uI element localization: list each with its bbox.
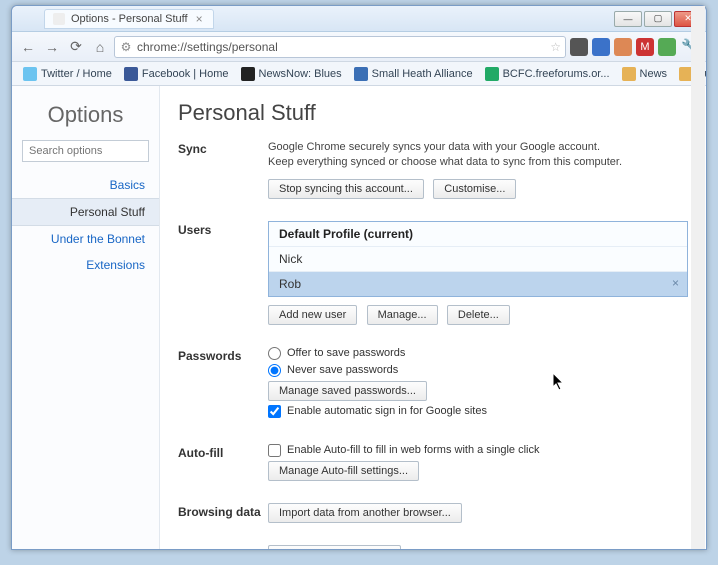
favicon xyxy=(124,67,138,81)
bookmark-item[interactable]: NewsNow: Blues xyxy=(236,65,347,83)
sync-desc2: Keep everything synced or choose what da… xyxy=(268,156,622,168)
extension-icon-2[interactable] xyxy=(614,38,632,56)
bookmark-label: NewsNow: Blues xyxy=(259,68,342,80)
favicon xyxy=(241,67,255,81)
enable-autofill-label: Enable Auto-fill to fill in web forms wi… xyxy=(287,444,540,456)
never-save-passwords-label: Never save passwords xyxy=(287,364,398,376)
bookmark-label: Twitter / Home xyxy=(41,68,112,80)
reset-theme-button[interactable]: Reset to default theme xyxy=(268,545,401,549)
bookmark-label: BCFC.freeforums.or... xyxy=(503,68,610,80)
vertical-scrollbar[interactable] xyxy=(691,86,705,549)
manage-user-button[interactable]: Manage... xyxy=(367,305,438,325)
users-label: Users xyxy=(178,221,268,325)
bookmark-item[interactable]: Facebook | Home xyxy=(119,65,234,83)
remove-user-icon[interactable]: × xyxy=(672,276,679,290)
manage-autofill-button[interactable]: Manage Auto-fill settings... xyxy=(268,461,419,481)
bookmark-item[interactable]: News xyxy=(617,65,673,83)
auto-signin-label: Enable automatic sign in for Google site… xyxy=(287,405,487,417)
user-row[interactable]: Default Profile (current) xyxy=(269,222,687,247)
folder-icon xyxy=(622,67,636,81)
sync-desc1: Google Chrome securely syncs your data w… xyxy=(268,141,600,153)
section-themes: Themes Reset to default theme xyxy=(178,545,688,549)
browser-tab[interactable]: Options - Personal Stuff × xyxy=(44,9,214,29)
section-passwords: Passwords Offer to save passwords Never … xyxy=(178,347,688,422)
extension-icons: M xyxy=(570,38,676,56)
customise-sync-button[interactable]: Customise... xyxy=(433,179,516,199)
import-data-button[interactable]: Import data from another browser... xyxy=(268,503,462,523)
delete-user-button[interactable]: Delete... xyxy=(447,305,510,325)
extension-icon-0[interactable] xyxy=(570,38,588,56)
favicon xyxy=(354,67,368,81)
titlebar: Options - Personal Stuff × — ▢ ✕ xyxy=(12,6,706,32)
sidebar-item-extensions[interactable]: Extensions xyxy=(12,252,159,278)
omnibox[interactable]: ⚙ ☆ xyxy=(114,36,566,58)
tab-title: Options - Personal Stuff xyxy=(71,13,188,25)
sidebar-item-personal-stuff[interactable]: Personal Stuff xyxy=(12,198,159,226)
browser-window: Options - Personal Stuff × — ▢ ✕ ← → ⟳ ⌂… xyxy=(11,5,707,550)
extension-icon-1[interactable] xyxy=(592,38,610,56)
maximize-button[interactable]: ▢ xyxy=(644,11,672,27)
browsing-data-label: Browsing data xyxy=(178,503,268,523)
themes-label: Themes xyxy=(178,545,268,549)
offer-save-passwords-radio[interactable] xyxy=(268,347,281,360)
sidebar-item-basics[interactable]: Basics xyxy=(12,172,159,198)
stop-syncing-button[interactable]: Stop syncing this account... xyxy=(268,179,424,199)
back-button[interactable]: ← xyxy=(18,37,38,57)
bookmark-label: Facebook | Home xyxy=(142,68,229,80)
favicon xyxy=(485,67,499,81)
section-users: Users Default Profile (current)NickRob× … xyxy=(178,221,688,325)
settings-main: Personal Stuff Sync Google Chrome secure… xyxy=(160,86,706,549)
search-options-input[interactable] xyxy=(22,140,149,162)
bookmark-item[interactable]: Twitter / Home xyxy=(18,65,117,83)
home-button[interactable]: ⌂ xyxy=(90,37,110,57)
bookmark-label: News xyxy=(640,68,668,80)
passwords-label: Passwords xyxy=(178,347,268,422)
bookmark-item[interactable]: Small Heath Alliance xyxy=(349,65,478,83)
section-browsing-data: Browsing data Import data from another b… xyxy=(178,503,688,523)
sync-label: Sync xyxy=(178,140,268,199)
bookmark-label: Small Heath Alliance xyxy=(372,68,473,80)
options-sidebar: Options BasicsPersonal StuffUnder the Bo… xyxy=(12,86,160,549)
reload-button[interactable]: ⟳ xyxy=(66,37,86,57)
add-new-user-button[interactable]: Add new user xyxy=(268,305,357,325)
tab-close-icon[interactable]: × xyxy=(194,12,205,26)
user-row[interactable]: Rob× xyxy=(269,272,687,296)
page-title: Personal Stuff xyxy=(178,100,688,126)
favicon xyxy=(53,13,65,25)
auto-signin-checkbox[interactable] xyxy=(268,405,281,418)
extension-icon-4[interactable] xyxy=(658,38,676,56)
forward-button[interactable]: → xyxy=(42,37,62,57)
sidebar-item-under-the-bonnet[interactable]: Under the Bonnet xyxy=(12,226,159,252)
offer-save-passwords-label: Offer to save passwords xyxy=(287,347,405,359)
users-listbox[interactable]: Default Profile (current)NickRob× xyxy=(268,221,688,297)
section-autofill: Auto-fill Enable Auto-fill to fill in we… xyxy=(178,444,688,481)
enable-autofill-checkbox[interactable] xyxy=(268,444,281,457)
section-sync: Sync Google Chrome securely syncs your d… xyxy=(178,140,688,199)
favicon xyxy=(23,67,37,81)
extension-icon-3[interactable]: M xyxy=(636,38,654,56)
never-save-passwords-radio[interactable] xyxy=(268,364,281,377)
window-controls: — ▢ ✕ xyxy=(614,11,702,27)
bookmark-star-icon[interactable]: ☆ xyxy=(550,40,561,54)
minimize-button[interactable]: — xyxy=(614,11,642,27)
bookmark-item[interactable]: BCFC.freeforums.or... xyxy=(480,65,615,83)
manage-passwords-button[interactable]: Manage saved passwords... xyxy=(268,381,427,401)
content-area: Options BasicsPersonal StuffUnder the Bo… xyxy=(12,86,706,549)
bookmarks-bar: Twitter / Home Facebook | Home NewsNow: Bl… xyxy=(12,62,706,86)
nav-toolbar: ← → ⟳ ⌂ ⚙ ☆ M 🔧 xyxy=(12,32,706,62)
autofill-label: Auto-fill xyxy=(178,444,268,481)
sidebar-heading: Options xyxy=(12,96,159,140)
url-input[interactable] xyxy=(137,40,546,54)
user-row[interactable]: Nick xyxy=(269,247,687,272)
globe-icon: ⚙ xyxy=(119,40,133,54)
